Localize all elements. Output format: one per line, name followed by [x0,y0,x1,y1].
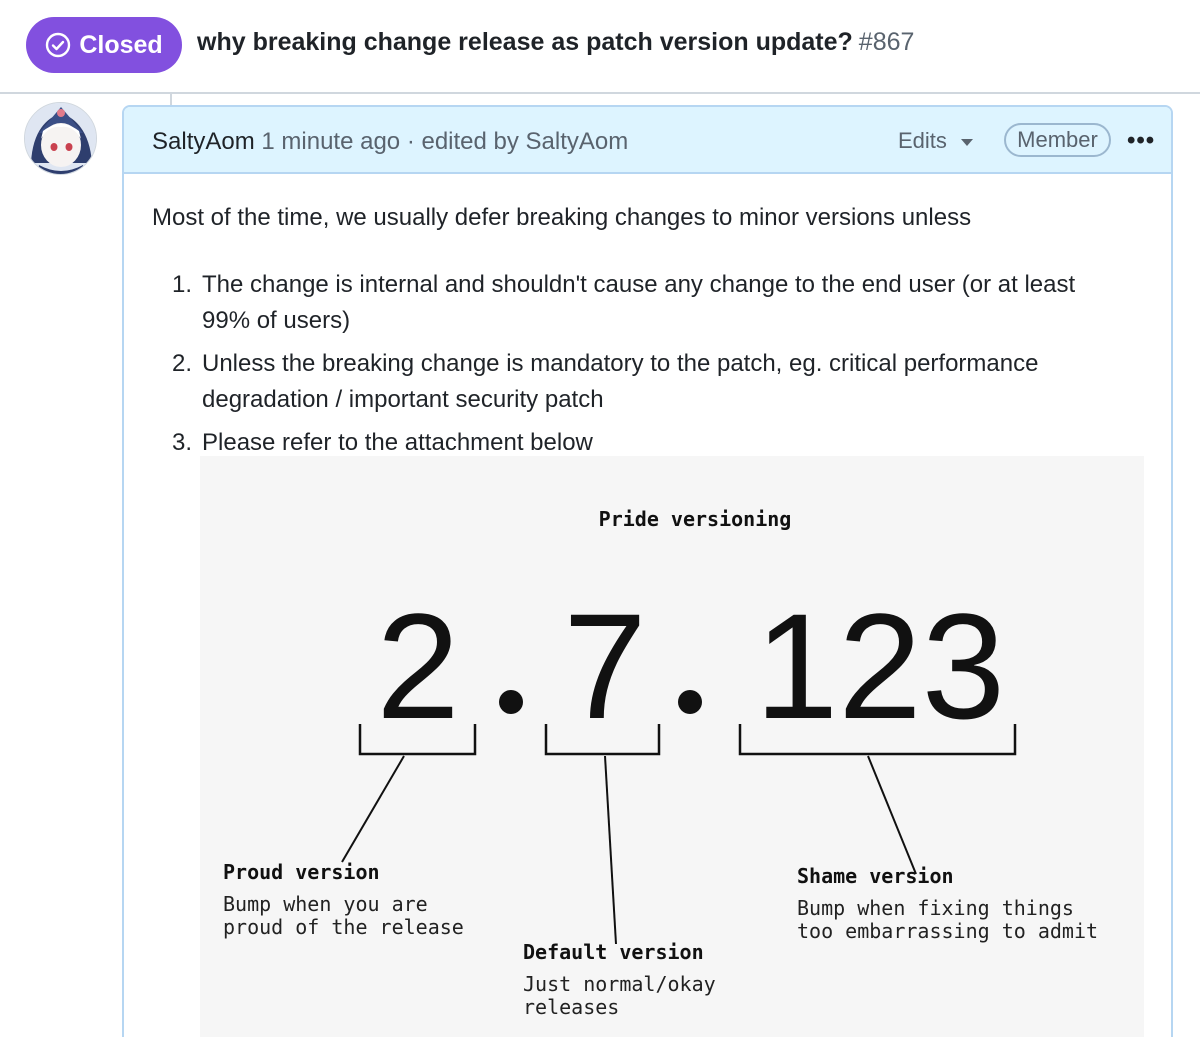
comment-box: SaltyAom 1 minute ago · edited by SaltyA… [122,105,1173,1037]
default-desc-line: releases [523,995,619,1019]
comment-header: SaltyAom 1 minute ago · edited by SaltyA… [124,107,1171,174]
default-desc-line: Just normal/okay [523,972,716,996]
default-connector [604,755,617,945]
issue-header: Closed why breaking change release as pa… [0,0,1200,94]
version-dot [678,690,702,714]
author-link[interactable]: SaltyAom [152,128,255,155]
member-badge: Member [1004,123,1111,157]
list-item: 2. Unless the breaking change is mandato… [172,346,1132,418]
issue-title-text: why breaking change release as patch ver… [197,28,853,56]
proud-connector [341,755,405,863]
list-line: The change is internal and shouldn't cau… [202,271,1076,298]
issue-status-label: Closed [79,30,163,59]
proud-desc-line: Bump when you are [223,892,428,916]
comment-intro: Most of the time, we usually defer break… [152,204,972,231]
list-number: 2. [172,350,193,377]
version-patch: 123 [755,582,1005,750]
issue-status-badge: Closed [26,17,182,73]
list-line: 99% of users) [202,307,351,334]
comment-list: 1. The change is internal and shouldn't … [172,267,1132,468]
attachment-image[interactable]: Pride versioning 2 7 123 Proud version B… [200,456,1144,1037]
default-title: Default version [523,940,704,964]
issue-title: why breaking change release as patch ver… [197,28,914,57]
list-line: Unless the breaking change is mandatory … [202,350,1039,377]
shame-desc-line: Bump when fixing things [797,896,1074,920]
list-number: 1. [172,271,193,298]
issue-number: #867 [858,28,915,56]
shame-desc-line: too embarrassing to admit [797,919,1098,943]
version-dot [499,690,523,714]
edits-dropdown[interactable]: Edits [898,128,973,154]
comment-time[interactable]: 1 minute ago [261,128,400,155]
avatar[interactable] [24,102,97,175]
shame-title: Shame version [797,864,954,888]
shame-connector [867,755,917,875]
attachment-heading: Pride versioning [599,507,792,531]
check-circle-icon [46,32,71,58]
version-minor: 7 [563,582,646,750]
edits-label: Edits [898,128,947,153]
kebab-horizontal-icon[interactable]: ••• [1127,127,1155,155]
proud-desc-line: proud of the release [223,915,464,939]
list-number: 3. [172,429,193,456]
edited-by: · edited by SaltyAom [406,128,629,155]
list-item: 1. The change is internal and shouldn't … [172,267,1132,339]
triangle-down-icon [960,139,973,146]
version-major: 2 [376,582,459,750]
comment-author-line: SaltyAom 1 minute ago · edited by SaltyA… [152,128,628,156]
proud-title: Proud version [223,860,380,884]
list-line: degradation / important security patch [202,386,604,413]
